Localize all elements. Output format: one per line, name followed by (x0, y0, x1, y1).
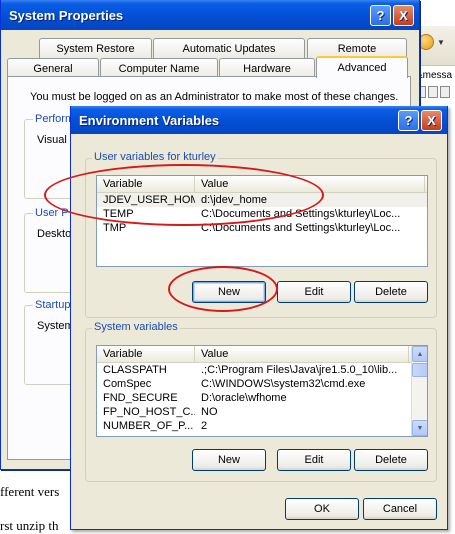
tab-strip: System Restore Automatic Updates Remote … (7, 38, 411, 78)
doc-icon (428, 86, 438, 98)
variable-name: TMP (103, 222, 127, 234)
variable-name: JDEV_USER_HOME (103, 194, 195, 206)
variable-value: C:\Documents and Settings\kturley\Loc... (201, 222, 401, 234)
column-header-variable[interactable]: Variable (97, 176, 195, 192)
user-variables-label: User variables for kturley (92, 151, 218, 163)
variable-name: TEMP (103, 208, 134, 220)
window-title: System Properties (9, 7, 124, 23)
variable-name: NUMBER_OF_P... (103, 420, 194, 432)
system-variables-label: System variables (92, 321, 180, 333)
window-titlebar[interactable]: System Properties ? X (1, 0, 419, 30)
environment-variables-dialog: Environment Variables ? X User variables… (70, 106, 448, 530)
list-row[interactable]: TMP C:\Documents and Settings\kturley\Lo… (97, 221, 427, 235)
list-row[interactable]: TEMP C:\Documents and Settings\kturley\L… (97, 207, 427, 221)
system-variables-group: System variables Variable Value CLASSPAT… (85, 321, 437, 482)
system-variables-list[interactable]: Variable Value CLASSPATH .;C:\Program Fi… (96, 345, 428, 437)
ok-button[interactable]: OK (285, 498, 359, 520)
dialog-titlebar[interactable]: Environment Variables ? X (71, 106, 447, 134)
tab-system-restore[interactable]: System Restore (39, 38, 152, 58)
scroll-down-icon[interactable]: ▼ (412, 420, 427, 436)
cancel-button[interactable]: Cancel (363, 498, 437, 520)
column-header-value[interactable]: Value (195, 176, 425, 192)
tab-remote[interactable]: Remote (307, 38, 407, 58)
user-delete-button[interactable]: Delete (354, 281, 428, 303)
tab-hardware[interactable]: Hardware (219, 58, 315, 78)
list-row[interactable]: FP_NO_HOST_C... NO (97, 405, 427, 419)
tab-advanced[interactable]: Advanced (316, 56, 408, 78)
variable-value: d:\jdev_home (201, 194, 268, 206)
user-edit-button[interactable]: Edit (277, 281, 351, 303)
tab-automatic-updates[interactable]: Automatic Updates (153, 38, 305, 58)
toolbar-globe-icon[interactable] (418, 34, 434, 50)
tab-general[interactable]: General (7, 58, 99, 78)
system-new-button[interactable]: New (192, 449, 266, 471)
group-label: Startup (33, 299, 73, 311)
user-new-button[interactable]: New (192, 281, 266, 303)
scroll-thumb[interactable] (412, 363, 427, 377)
help-button[interactable]: ? (398, 109, 419, 131)
list-row[interactable]: CLASSPATH .;C:\Program Files\Java\jre1.5… (97, 363, 427, 377)
variable-name: ComSpec (103, 378, 152, 390)
chevron-down-icon[interactable]: ▼ (437, 38, 445, 47)
list-row[interactable]: ComSpec C:\WINDOWS\system32\cmd.exe (97, 377, 427, 391)
variable-value: C:\Documents and Settings\kturley\Loc... (201, 208, 401, 220)
doc-icon (440, 86, 450, 98)
dialog-title: Environment Variables (79, 112, 220, 128)
variable-name: CLASSPATH (103, 364, 167, 376)
variable-name: FND_SECURE (103, 392, 178, 404)
column-header-variable[interactable]: Variable (97, 346, 195, 362)
variable-value: 2 (201, 420, 208, 432)
system-delete-button[interactable]: Delete (354, 449, 428, 471)
system-edit-button[interactable]: Edit (277, 449, 351, 471)
group-text: Deskto (37, 228, 72, 240)
close-button[interactable]: X (393, 4, 414, 26)
toolbar-icon-strip (416, 86, 452, 100)
tab-computer-name[interactable]: Computer Name (100, 58, 218, 78)
user-variables-list[interactable]: Variable Value JDEV_USER_HOME d:\jdev_ho… (96, 175, 428, 267)
list-row[interactable]: FND_SECURE D:\oracle\wfhome (97, 391, 427, 405)
help-button[interactable]: ? (370, 4, 391, 26)
vertical-scrollbar[interactable]: ▲ ▼ (411, 346, 427, 436)
variable-value: NO (201, 406, 218, 418)
close-button[interactable]: X (421, 109, 442, 131)
list-row[interactable]: NUMBER_OF_P... 2 (97, 419, 427, 433)
admin-note: You must be logged on as an Administrato… (30, 91, 399, 103)
user-variables-group: User variables for kturley Variable Valu… (85, 151, 437, 318)
list-header: Variable Value (97, 346, 427, 363)
group-text: System (37, 320, 74, 332)
column-header-value[interactable]: Value (195, 346, 409, 362)
scroll-up-icon[interactable]: ▲ (412, 346, 427, 362)
group-label: User P (33, 207, 71, 219)
variable-value: .;C:\Program Files\Java\jre1.5.0_10\lib.… (201, 364, 398, 376)
variable-value: C:\WINDOWS\system32\cmd.exe (201, 378, 366, 390)
list-header: Variable Value (97, 176, 427, 193)
variable-name: FP_NO_HOST_C... (103, 406, 195, 418)
variable-value: D:\oracle\wfhome (201, 392, 287, 404)
page-text-line: fferent vers (0, 484, 60, 499)
url-fragment: &messa (416, 70, 453, 81)
list-row[interactable]: JDEV_USER_HOME d:\jdev_home (97, 193, 427, 207)
